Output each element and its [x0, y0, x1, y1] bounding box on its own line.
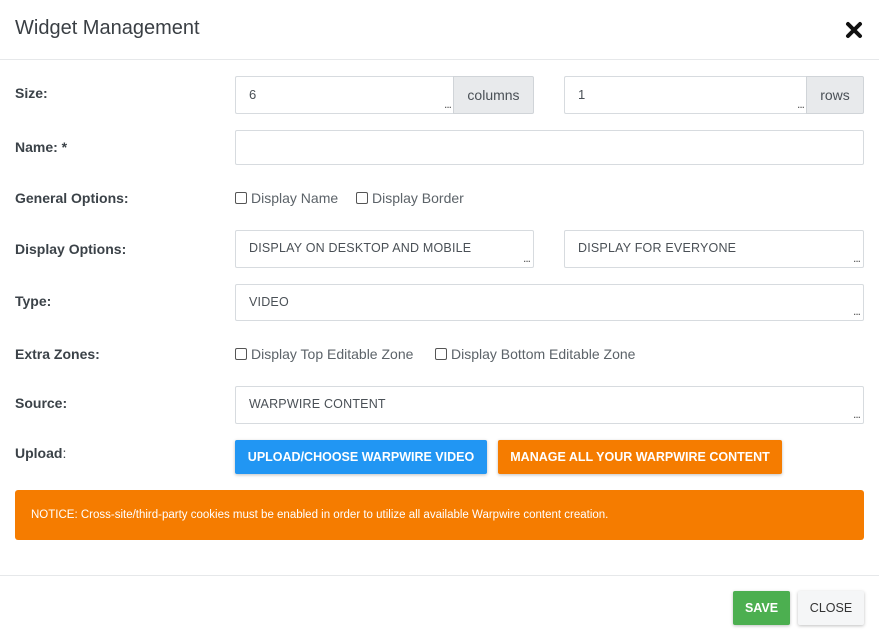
device-display-select[interactable]: DISPLAY ON DESKTOP AND MOBILE ...: [235, 230, 534, 268]
source-value: WARPWIRE CONTENT: [249, 397, 386, 411]
device-display-value: DISPLAY ON DESKTOP AND MOBILE: [249, 241, 472, 255]
cookie-notice-banner: NOTICE: Cross-site/third-party cookies m…: [15, 490, 864, 540]
rows-value: 1: [578, 87, 586, 102]
ellipsis-icon: ...: [522, 251, 531, 265]
source-select[interactable]: WARPWIRE CONTENT ...: [235, 386, 864, 424]
close-x-icon[interactable]: [845, 18, 863, 42]
columns-value: 6: [249, 87, 257, 102]
display-name-text: Display Name: [251, 190, 339, 206]
checkbox-box[interactable]: [235, 348, 247, 360]
audience-display-select[interactable]: DISPLAY FOR EVERYONE ...: [564, 230, 864, 268]
audience-display-value: DISPLAY FOR EVERYONE: [578, 241, 737, 255]
ellipsis-icon: ...: [852, 407, 861, 421]
display-border-text: Display Border: [372, 190, 464, 206]
upload-choose-video-button[interactable]: UPLOAD/CHOOSE WARPWIRE VIDEO: [235, 440, 487, 474]
manage-warpwire-content-button[interactable]: MANAGE ALL YOUR WARPWIRE CONTENT: [498, 440, 782, 474]
footer-divider: [0, 575, 879, 576]
close-button[interactable]: CLOSE: [798, 591, 864, 625]
save-button[interactable]: SAVE: [733, 591, 790, 625]
columns-addon: columns: [453, 76, 534, 114]
checkbox-box[interactable]: [235, 192, 247, 204]
display-border-checkbox[interactable]: Display Border: [356, 190, 464, 206]
checkbox-box[interactable]: [356, 192, 368, 204]
notice-text: NOTICE: Cross-site/third-party cookies m…: [31, 509, 609, 521]
upload-label-colon: :: [62, 445, 67, 461]
columns-input[interactable]: 6 ...: [235, 76, 454, 114]
ellipsis-icon: ...: [852, 304, 861, 318]
top-zone-checkbox[interactable]: Display Top Editable Zone: [235, 346, 413, 362]
extra-zones-label: Extra Zones:: [15, 346, 100, 362]
rows-addon: rows: [806, 76, 864, 114]
name-label: Name: *: [15, 139, 68, 155]
widget-management-modal: Widget Management Size: 6 ... columns 1 …: [0, 0, 879, 639]
rows-input[interactable]: 1 ...: [564, 76, 807, 114]
name-input[interactable]: [235, 130, 864, 165]
ellipsis-icon: ...: [443, 97, 452, 111]
source-label: Source:: [15, 395, 68, 411]
ellipsis-icon: ...: [796, 97, 805, 111]
modal-header: Widget Management: [0, 0, 879, 60]
display-name-checkbox[interactable]: Display Name: [235, 190, 338, 206]
display-options-label: Display Options:: [15, 241, 127, 257]
upload-label-text: Upload: [15, 445, 63, 461]
type-label: Type:: [15, 293, 52, 309]
top-zone-text: Display Top Editable Zone: [251, 346, 414, 362]
size-label: Size:: [15, 85, 48, 101]
bottom-zone-text: Display Bottom Editable Zone: [451, 346, 636, 362]
type-value: VIDEO: [249, 295, 289, 309]
bottom-zone-checkbox[interactable]: Display Bottom Editable Zone: [435, 346, 635, 362]
general-options-label: General Options:: [15, 190, 129, 206]
modal-title: Widget Management: [15, 17, 200, 39]
ellipsis-icon: ...: [852, 251, 861, 265]
upload-label: Upload:: [15, 445, 66, 461]
type-select[interactable]: VIDEO ...: [235, 284, 864, 321]
checkbox-box[interactable]: [435, 348, 447, 360]
